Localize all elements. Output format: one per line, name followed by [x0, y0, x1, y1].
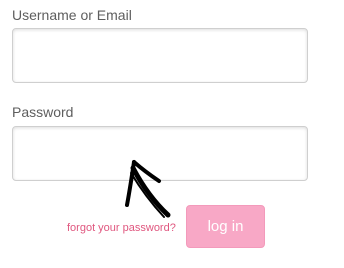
- login-button[interactable]: log in: [186, 205, 265, 248]
- username-input[interactable]: [12, 28, 308, 83]
- hand-drawn-arrow-icon: [125, 160, 171, 218]
- username-label: Username or Email: [12, 7, 132, 23]
- password-label: Password: [12, 104, 74, 120]
